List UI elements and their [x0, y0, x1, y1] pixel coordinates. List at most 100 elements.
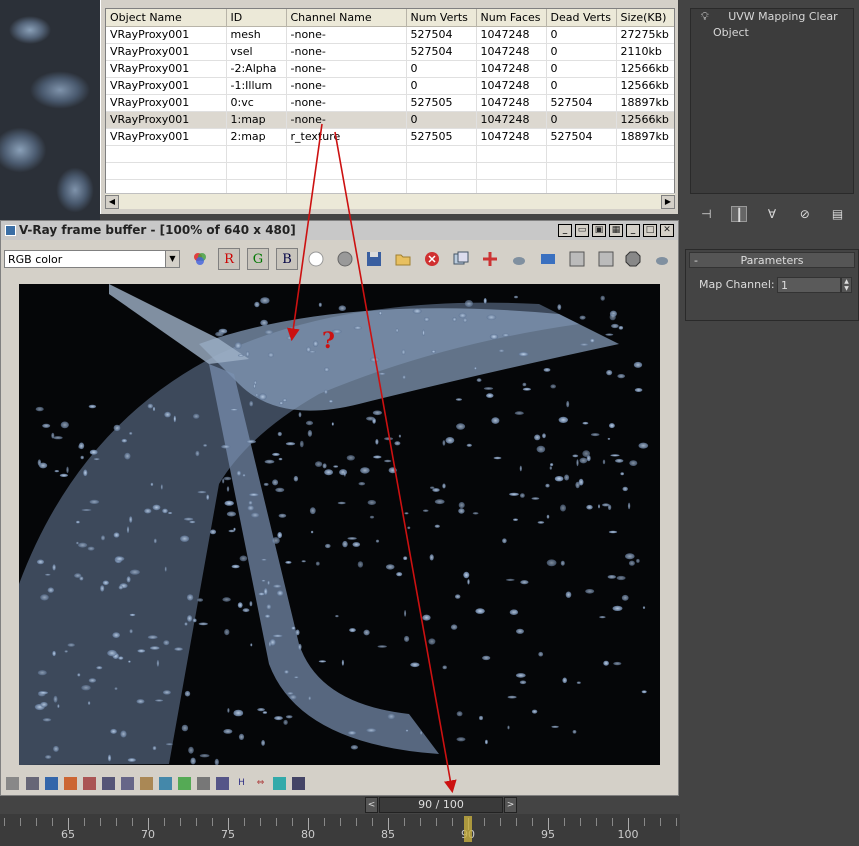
restore-icon[interactable]: _ [558, 224, 572, 237]
red-channel-button[interactable]: R [218, 248, 240, 270]
exposure-icon[interactable] [140, 777, 153, 790]
prev-frame-button[interactable]: < [365, 797, 378, 813]
scroll-right-icon[interactable]: ▶ [661, 195, 675, 209]
grid-icon[interactable]: ▦ [609, 224, 623, 237]
green-channel-button[interactable]: G [247, 248, 269, 270]
water-drop [333, 465, 339, 468]
maximize-button[interactable]: □ [643, 224, 657, 237]
current-frame-marker[interactable] [464, 816, 472, 842]
water-drop [234, 342, 242, 350]
tile-icon[interactable]: ▭ [575, 224, 589, 237]
col-num-verts[interactable]: Num Verts [406, 9, 477, 27]
water-drop [144, 508, 152, 514]
table-row[interactable]: VRayProxy001 0:vc -none- 527505 1047248 52750… [106, 94, 674, 112]
water-drop [546, 514, 550, 519]
gray-circle-icon[interactable] [334, 248, 356, 270]
show-end-result-icon[interactable]: ┃ [731, 206, 748, 222]
col-num-faces[interactable]: Num Faces [476, 9, 547, 27]
clear-icon[interactable] [421, 248, 443, 270]
timeline-ruler[interactable]: 65707580859095100 [0, 814, 680, 846]
modifier-item-object[interactable]: Object [691, 25, 853, 41]
water-drop [267, 580, 270, 585]
histogram-icon[interactable] [121, 777, 134, 790]
water-drop [450, 624, 458, 630]
white-circle-icon[interactable] [305, 248, 327, 270]
h-icon[interactable]: H [235, 777, 248, 790]
table-row[interactable]: VRayProxy001 1:map -none- 0 1047248 0 12566kb [106, 111, 674, 129]
close-button[interactable]: ✕ [660, 224, 674, 237]
table-row-empty [106, 162, 674, 180]
col-size[interactable]: Size(KB) [616, 9, 674, 27]
curves-icon[interactable] [83, 777, 96, 790]
channel-select[interactable]: RGB color ▼ [4, 250, 180, 268]
table-cell: -1:Illum [226, 77, 287, 95]
track-mouse-icon[interactable] [479, 248, 501, 270]
modifier-item-uvw-mapping-clear[interactable]: 💡︎ UVW Mapping Clear [691, 9, 853, 25]
water-drop [214, 758, 219, 765]
blue-channel-button[interactable]: B [276, 248, 298, 270]
region-render-icon[interactable] [566, 248, 588, 270]
table-row[interactable]: VRayProxy001 2:map r_texture 527505 1047248 5… [106, 128, 674, 146]
next-frame-button[interactable]: > [504, 797, 517, 813]
compare-icon[interactable] [197, 777, 210, 790]
water-drop [147, 403, 153, 409]
col-object-name[interactable]: Object Name [106, 9, 227, 27]
col-id[interactable]: ID [226, 9, 287, 27]
table-row[interactable]: VRayProxy001 -1:Illum -none- 0 1047248 0 12566… [106, 77, 674, 95]
vray-title-bar[interactable]: V-Ray frame buffer - [100% of 640 x 480]… [1, 221, 678, 240]
render-teapot-icon[interactable] [651, 248, 673, 270]
table-row[interactable]: VRayProxy001 -2:Alpha -none- 0 1047248 0 12566… [106, 60, 674, 78]
col-dead-verts[interactable]: Dead Verts [546, 9, 617, 27]
configure-sets-icon[interactable]: ▤ [830, 206, 846, 222]
teapot-icon[interactable] [508, 248, 530, 270]
water-drop [557, 304, 562, 310]
water-drop [126, 576, 131, 583]
lightbulb-icon[interactable]: 💡︎ [701, 10, 709, 23]
water-drop [458, 502, 465, 509]
water-drop [45, 573, 51, 576]
history-icon[interactable] [6, 777, 19, 790]
lens-effects-icon[interactable] [537, 248, 559, 270]
levels-icon[interactable] [26, 777, 39, 790]
color-correction-icon[interactable] [64, 777, 77, 790]
map-channel-field[interactable]: 1 [777, 277, 841, 293]
horizontal-scrollbar[interactable]: ◀ ▶ [105, 193, 675, 209]
render-image[interactable] [19, 284, 660, 765]
pin-stack-icon[interactable]: ⊣ [698, 206, 714, 222]
time-slider[interactable]: < 90 / 100 > [365, 796, 519, 814]
col-channel-name[interactable]: Channel Name [286, 9, 407, 27]
stop-icon[interactable] [622, 248, 644, 270]
ab-icon[interactable] [216, 777, 229, 790]
remove-modifier-icon[interactable]: ⊘ [797, 206, 813, 222]
water-drop [452, 317, 457, 322]
split-icon[interactable]: ⇔ [254, 777, 267, 790]
table-row[interactable]: VRayProxy001 mesh -none- 527504 1047248 0 2727… [106, 26, 674, 44]
map-channel-spinner[interactable]: ▲ ▼ [841, 277, 852, 293]
save-icon[interactable] [363, 248, 385, 270]
parameters-header[interactable]: - Parameters [689, 252, 855, 268]
chevron-down-icon[interactable]: ▼ [165, 251, 179, 267]
water-drop [233, 709, 244, 717]
lut-icon[interactable] [102, 777, 115, 790]
layers-icon[interactable] [178, 777, 191, 790]
water-drop [283, 719, 288, 725]
settings-icon[interactable] [159, 777, 172, 790]
region-render-icon-2[interactable] [595, 248, 617, 270]
pin-icon[interactable] [292, 777, 305, 790]
color-wheel-icon[interactable] [189, 248, 211, 270]
table-row[interactable]: VRayProxy001 vsel -none- 527504 1047248 0 2110… [106, 43, 674, 61]
vertical-split-icon[interactable] [273, 777, 286, 790]
water-drop [162, 690, 171, 695]
duplicate-icon[interactable] [450, 248, 472, 270]
scroll-left-icon[interactable]: ◀ [105, 195, 119, 209]
make-unique-icon[interactable]: ∀ [764, 206, 780, 222]
info-icon[interactable] [45, 777, 58, 790]
minimize-button[interactable]: _ [626, 224, 640, 237]
tile-icon-2[interactable]: ▣ [592, 224, 606, 237]
time-slider-readout[interactable]: 90 / 100 [379, 797, 503, 813]
water-drop [242, 474, 246, 477]
water-drop [396, 572, 403, 577]
folder-icon[interactable] [392, 248, 414, 270]
collapse-icon[interactable]: - [694, 253, 698, 269]
water-drop [516, 628, 524, 634]
